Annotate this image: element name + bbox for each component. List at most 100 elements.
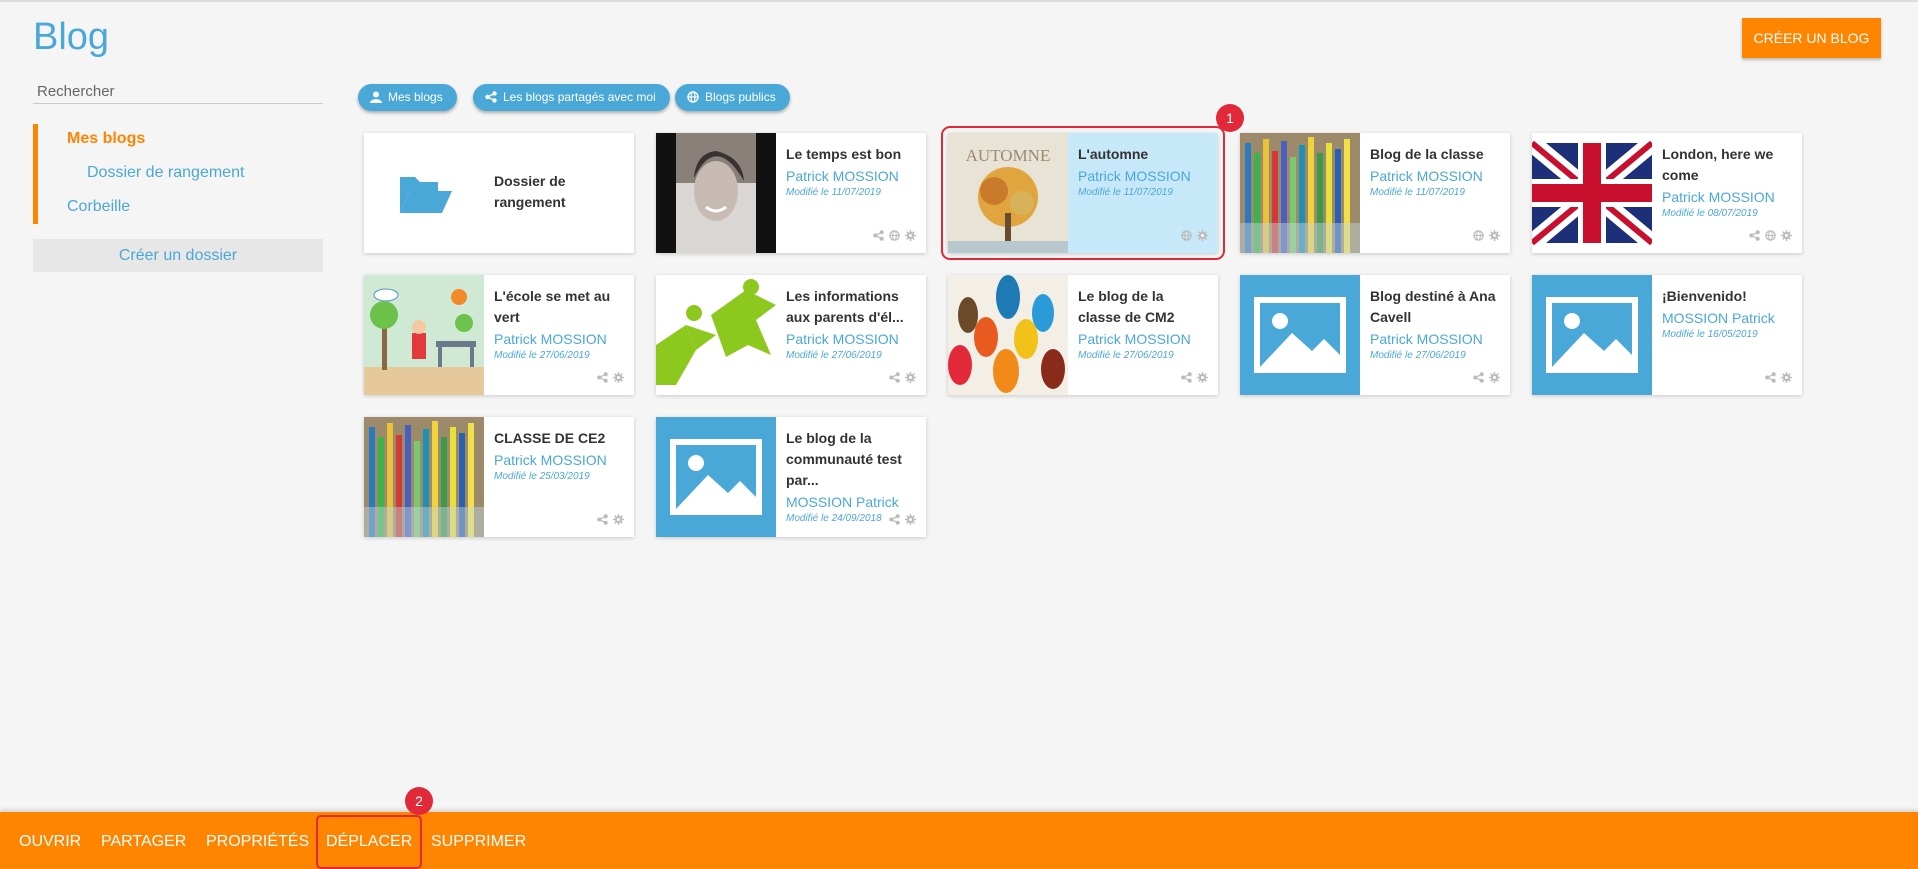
open-button[interactable]: OUVRIR <box>19 812 81 869</box>
gear-icon[interactable] <box>905 228 916 246</box>
filter-public-blogs[interactable]: Blogs publics <box>675 84 790 111</box>
share-icon[interactable] <box>873 228 884 246</box>
tree-item-trash[interactable]: Corbeille <box>67 198 130 216</box>
green-figures <box>656 275 776 395</box>
blog-author[interactable]: MOSSION Patrick <box>1662 308 1794 328</box>
blog-author[interactable]: Patrick MOSSION <box>1662 187 1794 207</box>
blog-title: Le blog de la communauté test par... <box>786 430 902 488</box>
blog-date: Modifié le 11/07/2019 <box>786 187 881 198</box>
folder-card[interactable]: Dossier de rangement <box>364 133 634 253</box>
create-folder-button[interactable]: Créer un dossier <box>33 239 323 272</box>
blog-title: ¡Bienvenido! <box>1662 288 1747 304</box>
blog-author[interactable]: Patrick MOSSION <box>494 450 626 470</box>
blog-thumbnail <box>364 275 484 395</box>
share-icon[interactable] <box>1749 228 1760 246</box>
blog-date: Modifié le 08/07/2019 <box>1662 208 1758 219</box>
blog-card[interactable]: Les informations aux parents d'él... Patr… <box>656 275 926 395</box>
blog-thumbnail <box>656 275 776 395</box>
share-icon[interactable] <box>889 512 900 530</box>
blog-author[interactable]: Patrick MOSSION <box>786 166 918 186</box>
folder-open-icon <box>400 177 452 213</box>
share-button[interactable]: PARTAGER <box>101 812 186 869</box>
blog-card[interactable]: ¡Bienvenido! MOSSION Patrick Modifié le 16… <box>1532 275 1802 395</box>
blog-author[interactable]: Patrick MOSSION <box>1078 329 1210 349</box>
colored-pencils <box>1240 133 1360 253</box>
image-placeholder-icon <box>656 417 776 537</box>
blog-card[interactable]: CLASSE DE CE2 Patrick MOSSION Modifié le 2… <box>364 417 634 537</box>
globe-icon <box>687 91 699 103</box>
portrait-photo <box>656 133 776 253</box>
blog-author[interactable]: Patrick MOSSION <box>494 329 626 349</box>
blog-card[interactable]: L'école se met au vert Patrick MOSSION Mod… <box>364 275 634 395</box>
blog-card-selected[interactable]: AUTOMNE L'automne Patrick MOSSION Modifié … <box>941 126 1225 260</box>
share-icon[interactable] <box>1181 370 1192 388</box>
annotation-badge-2: 2 <box>405 787 433 815</box>
blog-date: Modifié le 27/06/2019 <box>494 350 590 361</box>
blog-title: CLASSE DE CE2 <box>494 430 606 446</box>
union-jack <box>1532 133 1652 253</box>
blog-card[interactable]: Le blog de la communauté test par... MOSS… <box>656 417 926 537</box>
filter-my-blogs[interactable]: Mes blogs <box>358 84 457 111</box>
delete-button[interactable]: SUPPRIMER <box>431 812 526 869</box>
blog-card[interactable]: Le temps est bon Patrick MOSSION Modifié l… <box>656 133 926 253</box>
blog-author[interactable]: MOSSION Patrick <box>786 492 918 512</box>
blog-thumbnail <box>1532 133 1652 253</box>
action-bar: OUVRIR PARTAGER PROPRIÉTÉS DÉPLACER SUPP… <box>0 812 1918 869</box>
filter-label: Blogs publics <box>705 90 776 104</box>
blog-date: Modifié le 11/07/2019 <box>1370 187 1465 198</box>
share-icon <box>485 91 497 103</box>
share-icon[interactable] <box>1473 370 1484 388</box>
globe-icon[interactable] <box>1765 228 1776 246</box>
gear-icon[interactable] <box>905 370 916 388</box>
gear-icon[interactable] <box>905 512 916 530</box>
share-icon[interactable] <box>1765 370 1776 388</box>
blog-author[interactable]: Patrick MOSSION <box>1078 166 1210 186</box>
filter-label: Les blogs partagés avec moi <box>503 90 656 104</box>
search-input[interactable] <box>33 80 323 104</box>
create-blog-button[interactable]: CRÉER UN BLOG <box>1742 18 1881 58</box>
filter-label: Mes blogs <box>388 90 443 104</box>
green-school <box>364 275 484 395</box>
share-icon[interactable] <box>889 370 900 388</box>
gear-icon[interactable] <box>1489 228 1500 246</box>
globe-icon[interactable] <box>889 228 900 246</box>
blog-thumbnail <box>1240 133 1360 253</box>
blog-thumbnail <box>656 133 776 253</box>
autumn-tree: AUTOMNE <box>948 133 1068 253</box>
properties-button[interactable]: PROPRIÉTÉS <box>206 812 309 869</box>
blog-author[interactable]: Patrick MOSSION <box>1370 329 1502 349</box>
blog-thumbnail <box>948 275 1068 395</box>
blog-date: Modifié le 27/06/2019 <box>1370 350 1466 361</box>
filter-shared-blogs[interactable]: Les blogs partagés avec moi <box>473 84 670 111</box>
blog-author[interactable]: Patrick MOSSION <box>786 329 918 349</box>
gear-icon[interactable] <box>1197 370 1208 388</box>
gear-icon[interactable] <box>1781 370 1792 388</box>
blog-title: L'école se met au vert <box>494 288 611 325</box>
share-icon[interactable] <box>597 512 608 530</box>
blog-author[interactable]: Patrick MOSSION <box>1370 166 1502 186</box>
gear-icon[interactable] <box>613 370 624 388</box>
tree-item-storage-folder[interactable]: Dossier de rangement <box>87 164 244 182</box>
colored-pencils <box>364 417 484 537</box>
annotation-badge-1: 1 <box>1216 104 1244 132</box>
page-title: Blog <box>33 16 110 58</box>
gear-icon[interactable] <box>1489 370 1500 388</box>
tree-item-my-blogs[interactable]: Mes blogs <box>67 130 145 148</box>
blog-thumbnail <box>1240 275 1360 395</box>
blog-date: Modifié le 16/05/2019 <box>1662 329 1758 340</box>
blog-card[interactable]: London, here we come Patrick MOSSION Modif… <box>1532 133 1802 253</box>
move-button[interactable]: DÉPLACER <box>315 815 423 869</box>
blog-card[interactable]: Blog destiné à Ana Cavell Patrick MOSSION… <box>1240 275 1510 395</box>
blog-card[interactable]: Blog de la classe Patrick MOSSION Modifié … <box>1240 133 1510 253</box>
gear-icon[interactable] <box>1781 228 1792 246</box>
share-icon[interactable] <box>597 370 608 388</box>
gear-icon[interactable] <box>613 512 624 530</box>
blog-title: Les informations aux parents d'él... <box>786 288 904 325</box>
raised-hands <box>948 275 1068 395</box>
thumbnail-lettering: AUTOMNE <box>966 146 1051 165</box>
blog-card[interactable]: Le blog de la classe de CM2 Patrick MOSSI… <box>948 275 1218 395</box>
gear-icon[interactable] <box>1197 228 1208 246</box>
blog-thumbnail <box>656 417 776 537</box>
globe-icon[interactable] <box>1181 228 1192 246</box>
globe-icon[interactable] <box>1473 228 1484 246</box>
